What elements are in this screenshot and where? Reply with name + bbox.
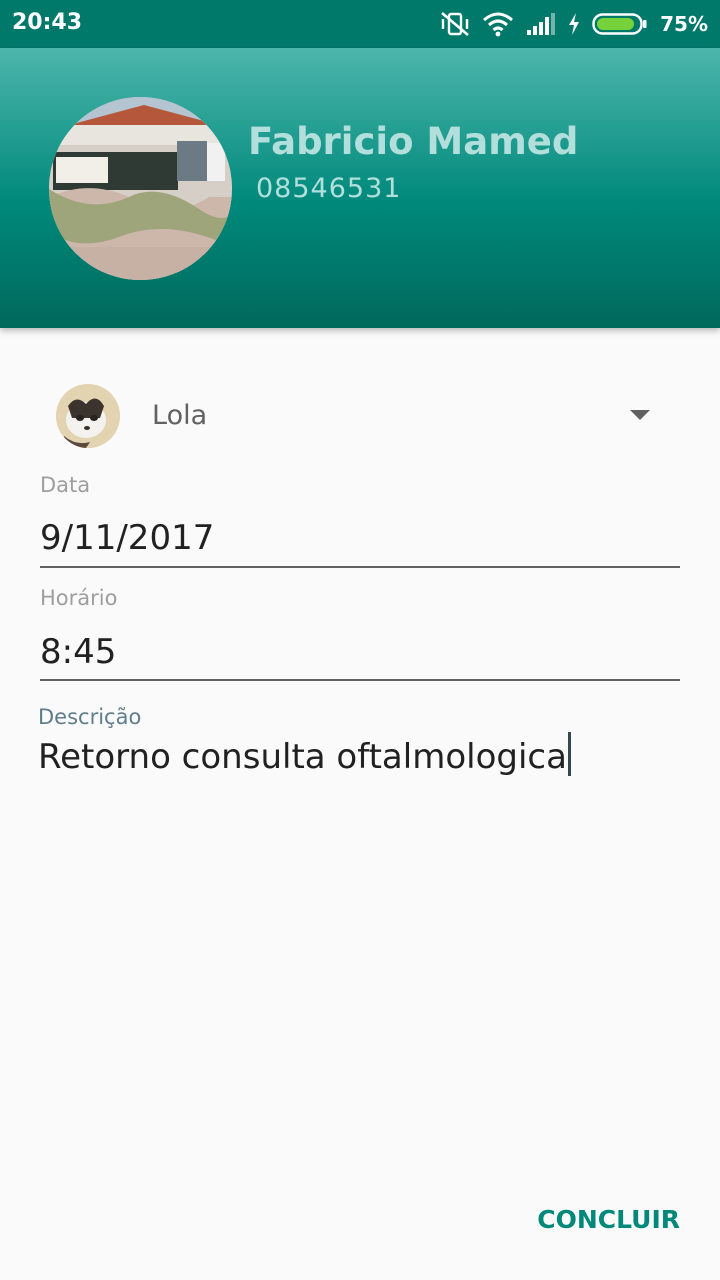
date-underline [40, 566, 680, 568]
status-bar: 20:43 75% [0, 0, 720, 48]
time-input[interactable]: 8:45 [40, 632, 116, 672]
date-input[interactable]: 9/11/2017 [40, 518, 214, 558]
pet-name: Lola [152, 400, 208, 431]
description-label: Descrição [38, 705, 142, 729]
profile-header: Fabricio Mamed 08546531 [0, 48, 720, 328]
signal-icon [526, 12, 556, 36]
text-cursor [567, 732, 571, 776]
charging-icon [568, 12, 580, 36]
pet-avatar [56, 384, 120, 448]
vibrate-off-icon [440, 11, 470, 37]
time-label: Horário [40, 586, 118, 610]
description-input[interactable]: Retorno consulta oftalmologica [38, 732, 571, 777]
concluir-button[interactable]: CONCLUIR [537, 1205, 680, 1234]
profile-phone: 08546531 [256, 173, 402, 204]
pet-selector[interactable]: Lola [40, 380, 680, 452]
battery-icon [592, 12, 648, 36]
profile-name: Fabricio Mamed [248, 120, 579, 163]
profile-photo[interactable] [49, 97, 232, 280]
battery-percent: 75% [660, 12, 708, 36]
description-text: Retorno consulta oftalmologica [38, 737, 567, 777]
dropdown-arrow-icon[interactable] [630, 410, 650, 420]
date-label: Data [40, 473, 91, 497]
status-time: 20:43 [12, 10, 83, 35]
status-icons: 75% [440, 10, 708, 38]
time-underline [40, 679, 680, 681]
wifi-icon [482, 11, 514, 37]
